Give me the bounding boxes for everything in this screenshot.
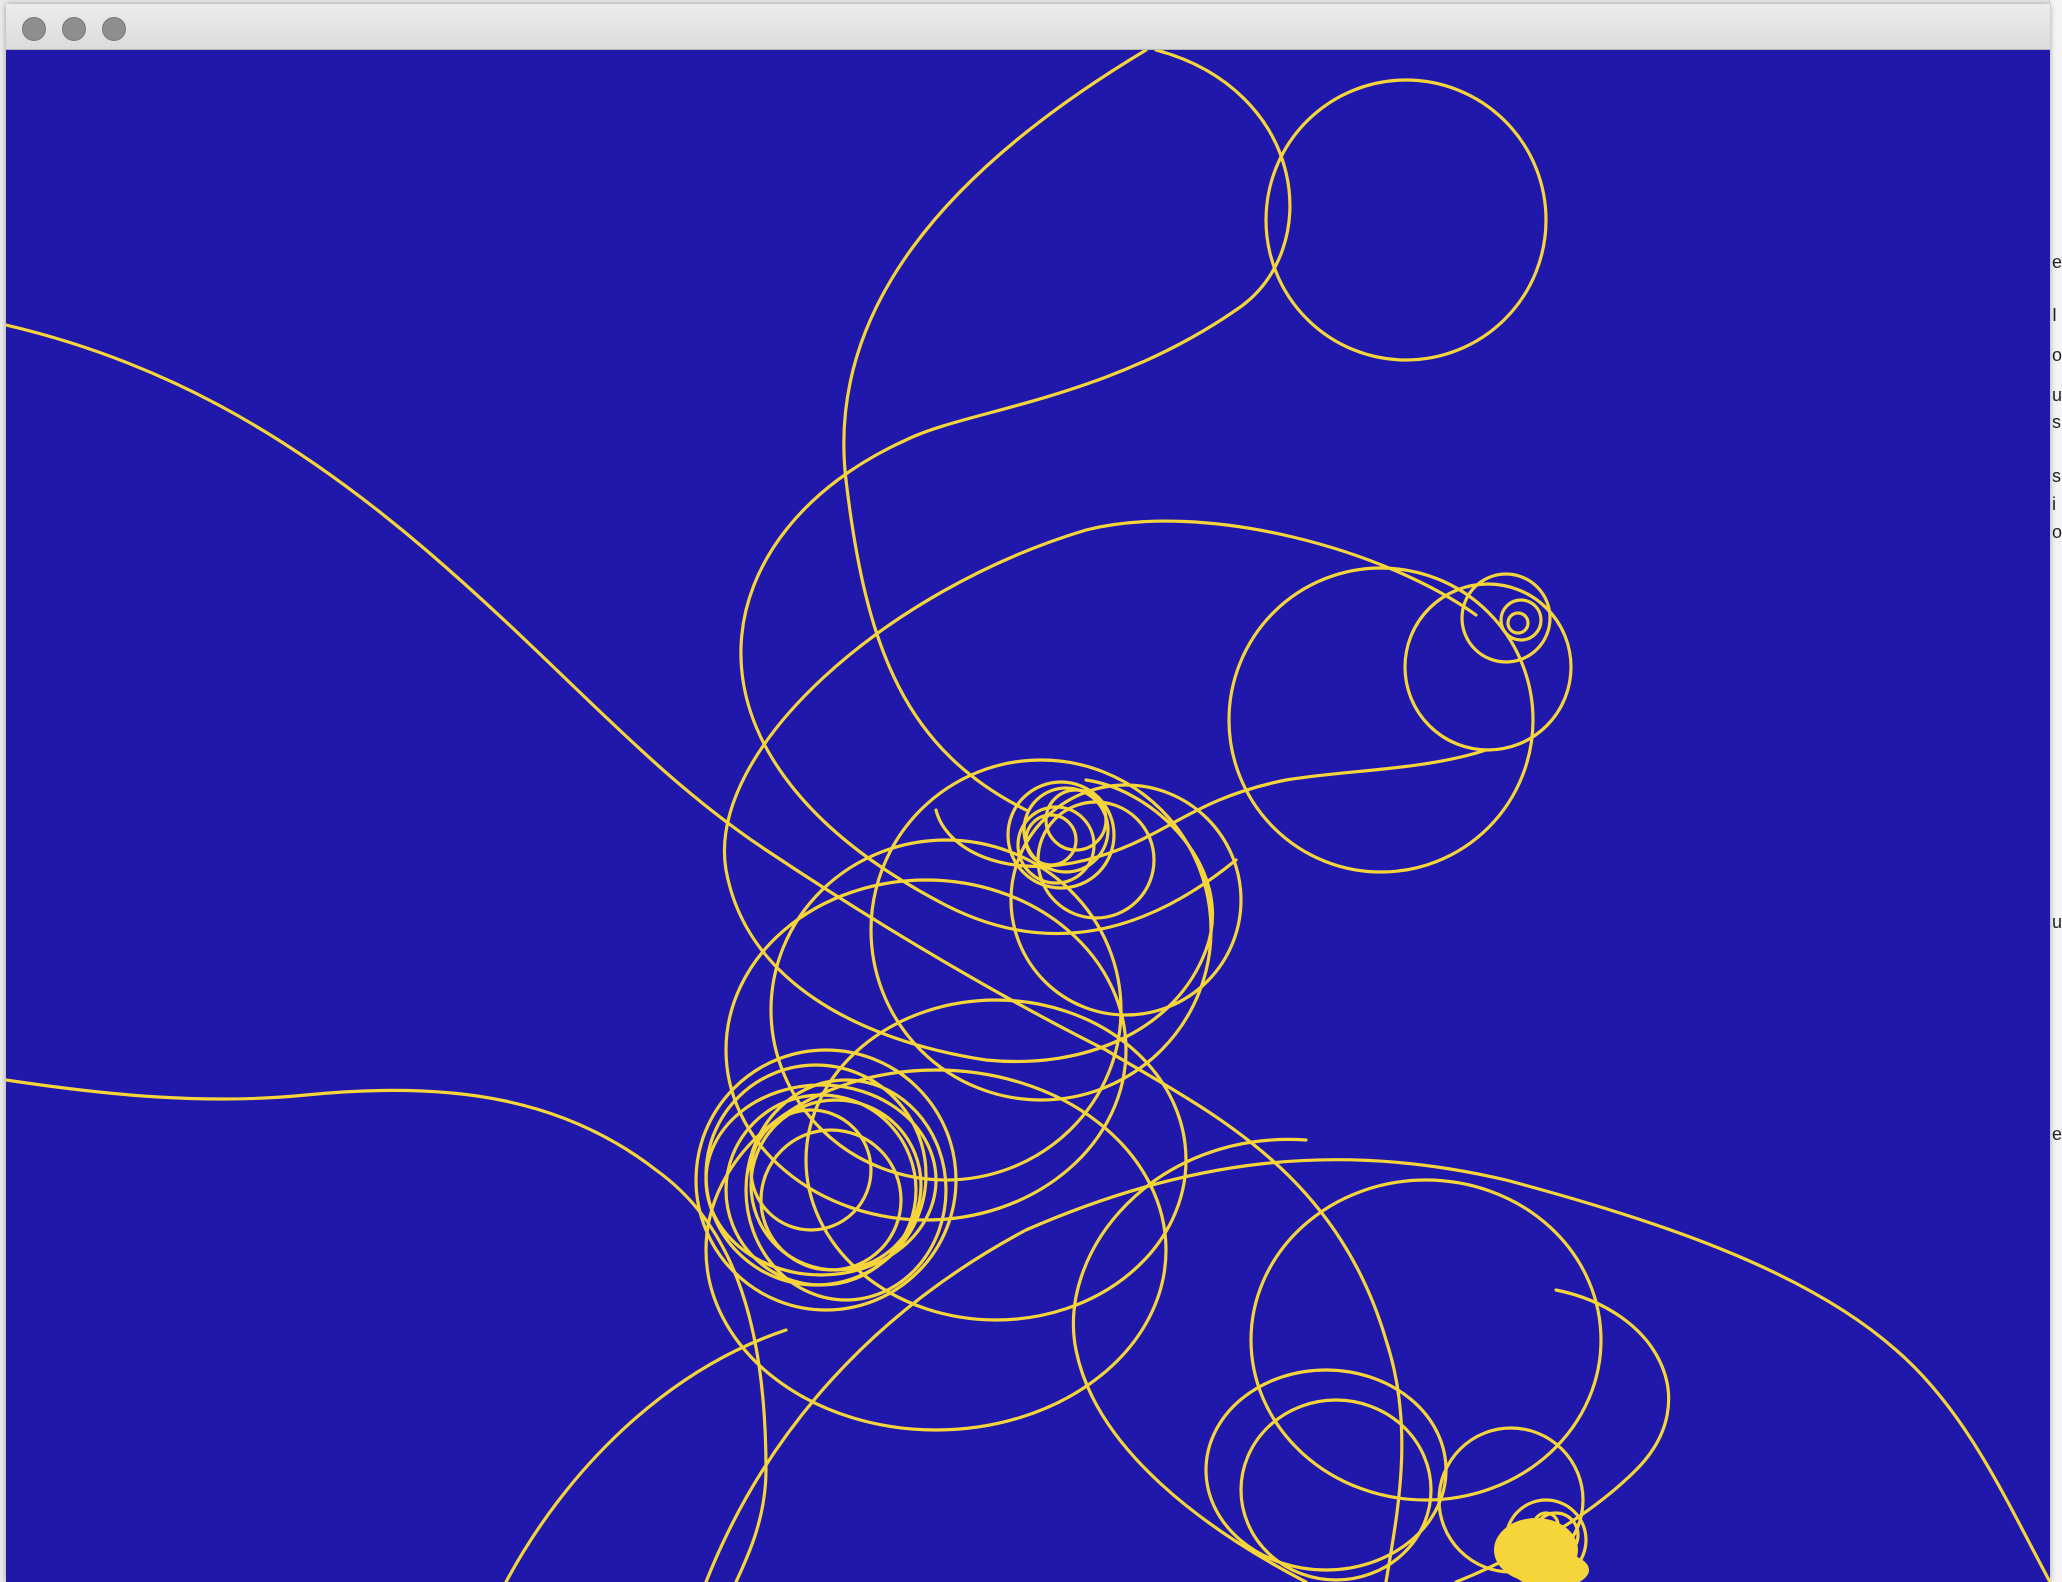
zoom-button[interactable] (102, 17, 126, 41)
background-text-fragment: es (2052, 1124, 2062, 1144)
window-titlebar[interactable] (6, 4, 2050, 50)
close-button[interactable] (22, 17, 46, 41)
minimize-button[interactable] (62, 17, 86, 41)
background-text-fragment: s (2052, 412, 2061, 432)
app-window (6, 4, 2050, 1582)
background-text-fragment: e (2052, 252, 2062, 272)
background-text-fragment: o (2052, 522, 2062, 542)
background-text-fragment: u (2052, 385, 2062, 405)
background-text-fragment: s (2052, 466, 2061, 486)
background-text-fragment: u (2052, 912, 2062, 932)
background-text-fragment: o (2052, 345, 2062, 365)
background-app-edge: e I o u s s i o u es (2049, 0, 2062, 1582)
drawing-canvas[interactable] (6, 50, 2050, 1582)
curve-drawing (6, 50, 2050, 1582)
background-text-fragment: I (2052, 305, 2058, 325)
background-text-fragment: i (2052, 494, 2056, 514)
